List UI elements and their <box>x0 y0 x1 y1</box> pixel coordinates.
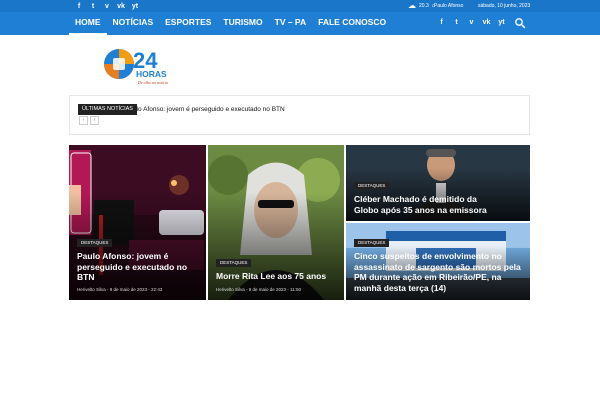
featured-card-1[interactable]: DESTAQUES Paulo Afonso: jovem é persegui… <box>69 145 206 300</box>
category-badge[interactable]: DESTAQUES <box>354 239 390 247</box>
logo-tagline: De olho na notícia <box>138 80 168 85</box>
card-shade <box>208 191 344 300</box>
cloud-icon: ☁ <box>408 1 416 10</box>
nav-item-home[interactable]: HOME <box>69 12 107 35</box>
facebook-icon[interactable]: f <box>72 2 86 11</box>
top-social-links: f t v vk yt <box>72 2 142 11</box>
chevron-left-icon[interactable]: ‹ <box>79 116 88 125</box>
search-icon[interactable] <box>514 17 526 29</box>
nav-item-turismo[interactable]: TURISMO <box>217 12 268 35</box>
facebook-icon[interactable]: f <box>434 18 449 28</box>
card-meta: Herivelto Silva - 9 de maio de 2023 - 11… <box>216 287 301 293</box>
card-date: 9 de maio de 2023 - 11:50 <box>248 287 301 292</box>
youtube-icon[interactable]: yt <box>494 18 509 28</box>
featured-card-4[interactable]: DESTAQUES Cinco suspeitos de envolviment… <box>346 223 530 300</box>
weather-temp: 20.3 <box>419 3 429 9</box>
vimeo-icon[interactable]: v <box>464 18 479 28</box>
card-author[interactable]: Herivelto Silva <box>77 287 106 292</box>
card-date: 9 de maio de 2023 - 22:43 <box>109 287 163 292</box>
category-badge[interactable]: DESTAQUES <box>216 259 252 267</box>
card-title[interactable]: Cinco suspeitos de envolvimento no assas… <box>354 251 529 293</box>
weather-city: Paulo Afonso <box>434 3 464 9</box>
card-title[interactable]: Cléber Machado é demitido da Globo após … <box>354 194 494 215</box>
current-date: sábado, 10 junho, 2023 <box>478 3 531 9</box>
ticker-label: ÚLTIMAS NOTÍCIAS <box>78 104 137 115</box>
news-ticker: Paulo Afonso: jovem é perseguido e execu… <box>69 95 530 135</box>
vk-icon[interactable]: vk <box>114 2 128 11</box>
main-navigation: HOME NOTÍCIAS ESPORTES TURISMO TV – PA F… <box>0 12 600 35</box>
nav-item-esportes[interactable]: ESPORTES <box>159 12 217 35</box>
featured-card-2[interactable]: DESTAQUES Morre Rita Lee aos 75 anos Her… <box>208 145 344 300</box>
featured-card-3[interactable]: DESTAQUES Cléber Machado é demitido da G… <box>346 145 530 221</box>
nav-social-links: f t v vk yt <box>434 18 509 28</box>
card-author[interactable]: Herivelto Silva <box>216 287 245 292</box>
vimeo-icon[interactable]: v <box>100 2 114 11</box>
chevron-right-icon[interactable]: › <box>90 116 99 125</box>
vk-icon[interactable]: vk <box>479 18 494 28</box>
youtube-icon[interactable]: yt <box>128 2 142 11</box>
category-badge[interactable]: DESTAQUES <box>77 239 113 247</box>
category-badge[interactable]: DESTAQUES <box>354 182 390 190</box>
card-title[interactable]: Paulo Afonso: jovem é perseguido e execu… <box>77 251 201 283</box>
twitter-icon[interactable]: t <box>449 18 464 28</box>
nav-menu: HOME NOTÍCIAS ESPORTES TURISMO TV – PA F… <box>69 12 392 35</box>
nav-item-fale-conosco[interactable]: FALE CONOSCO <box>312 12 392 35</box>
card-title[interactable]: Morre Rita Lee aos 75 anos <box>216 271 340 282</box>
twitter-icon[interactable]: t <box>86 2 100 11</box>
card-meta: Herivelto Silva - 9 de maio de 2023 - 22… <box>77 287 162 293</box>
logo-word: HORAS <box>136 69 167 79</box>
ticker-controls: ‹ › <box>79 116 99 125</box>
nav-item-noticias[interactable]: NOTÍCIAS <box>107 12 160 35</box>
weather-widget: ☁ 20.3 C <box>408 1 435 11</box>
top-bar: f t v vk yt ☁ 20.3 C Paulo Afonso sábado… <box>0 0 600 12</box>
nav-item-tv-pa[interactable]: TV – PA <box>269 12 313 35</box>
ticker-headline[interactable]: Paulo Afonso: jovem é perseguido e execu… <box>125 105 285 114</box>
